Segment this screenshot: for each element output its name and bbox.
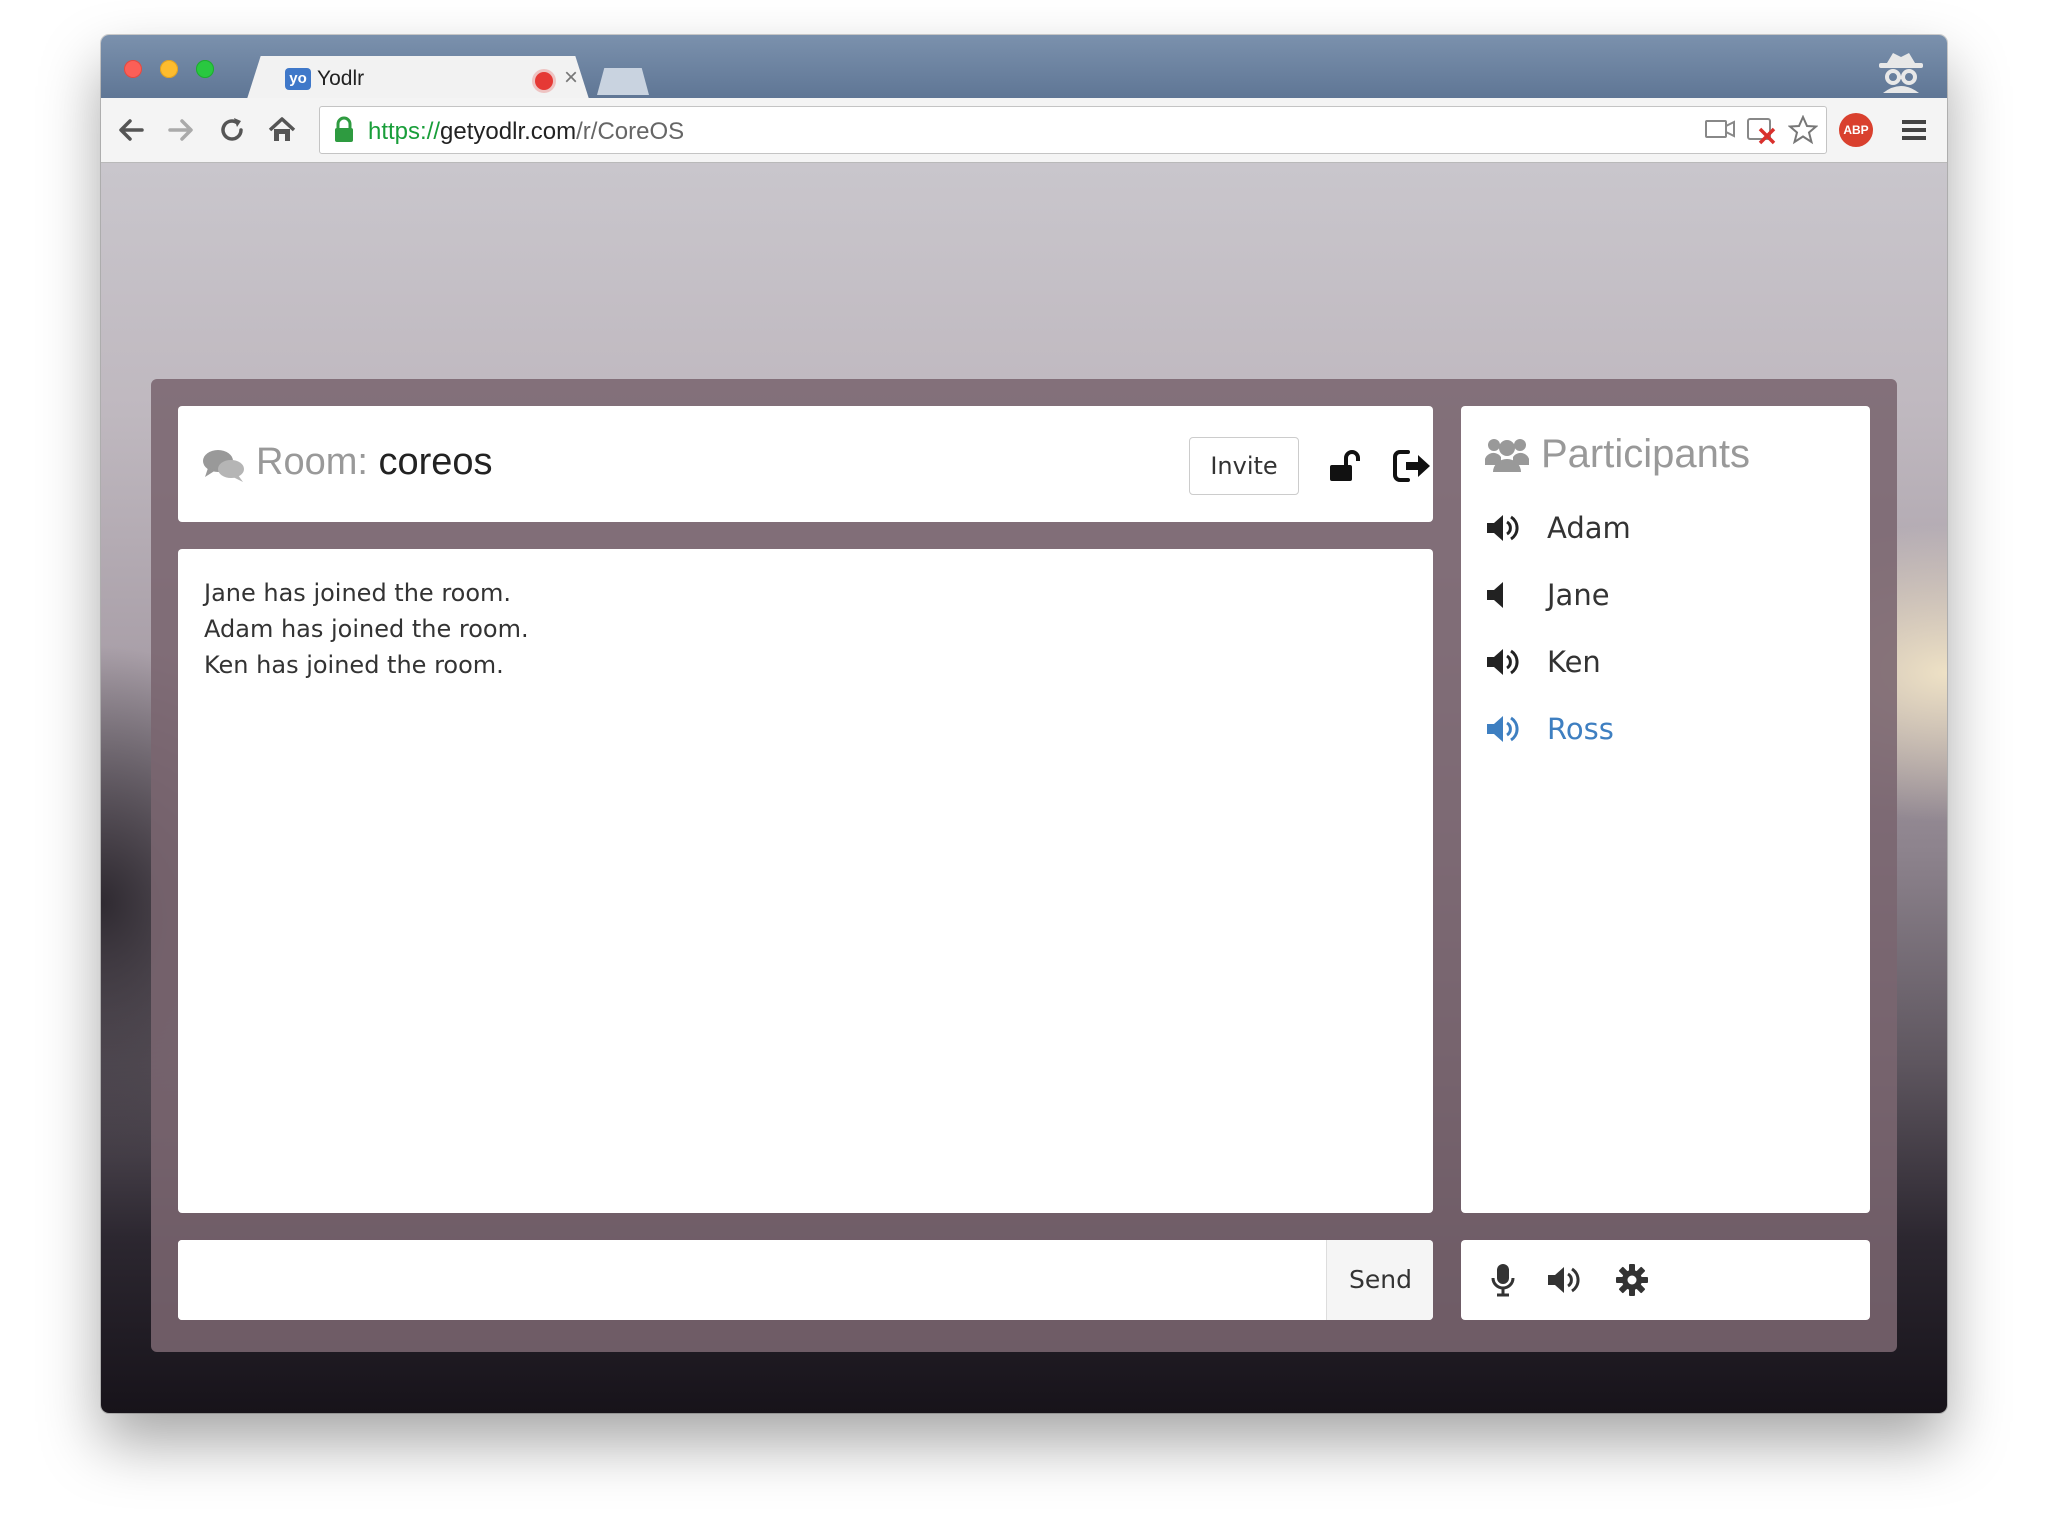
url-scheme: https:// [368, 118, 441, 145]
arrow-right-icon [168, 119, 193, 141]
participant-row[interactable]: Ken [1485, 642, 1845, 682]
window-minimize-button[interactable] [160, 60, 178, 78]
participant-row[interactable]: Adam [1485, 508, 1845, 548]
participant-name: Adam [1547, 511, 1631, 545]
audio-controls [1461, 1240, 1870, 1320]
volume-up-icon [1487, 649, 1519, 675]
participants-panel: Participants Adam Jane Ken Ross [1461, 406, 1870, 1213]
participant-row[interactable]: Jane [1485, 575, 1845, 615]
invite-button[interactable]: Invite [1189, 437, 1299, 495]
chat-bubbles-icon [203, 450, 244, 482]
adblock-extension-button[interactable]: ABP [1839, 113, 1873, 147]
chat-message: Jane has joined the room. [204, 579, 512, 607]
room-name: coreos [378, 441, 493, 483]
title-bar: yo Yodlr × [101, 35, 1947, 99]
participant-name: Ross [1547, 712, 1614, 746]
volume-up-icon [1487, 716, 1519, 742]
chat-log[interactable]: Jane has joined the room. Adam has joine… [178, 549, 1433, 1213]
message-input[interactable] [178, 1240, 1325, 1320]
tab-close-button[interactable]: × [564, 64, 578, 92]
incognito-icon [1873, 49, 1929, 98]
home-button[interactable] [262, 110, 302, 150]
unlock-room-button[interactable] [1324, 446, 1364, 486]
send-button[interactable]: Send [1326, 1240, 1433, 1320]
browser-menu-button[interactable] [1901, 118, 1927, 147]
blocked-popup-icon[interactable] [1746, 115, 1778, 145]
reload-icon [221, 118, 243, 141]
unlock-icon [1330, 450, 1360, 481]
url-host: getyodlr.com [440, 118, 577, 145]
room-title: Room: coreos [256, 441, 493, 484]
lock-icon [335, 116, 353, 142]
browser-tab[interactable]: yo Yodlr × [247, 56, 589, 99]
arrow-left-icon [119, 119, 144, 141]
back-button[interactable] [111, 110, 151, 150]
home-icon [268, 117, 296, 141]
chat-message: Adam has joined the room. [204, 615, 529, 643]
microphone-button[interactable] [1483, 1260, 1523, 1300]
bookmark-star-icon[interactable] [1788, 115, 1818, 145]
sign-out-icon [1393, 450, 1430, 482]
room-label: Room: [256, 441, 368, 483]
address-bar[interactable]: https://getyodlr.com/r/CoreOS [319, 106, 1827, 154]
chat-message: Ken has joined the room. [204, 651, 504, 679]
new-tab-button[interactable] [597, 68, 649, 95]
window-close-button[interactable] [124, 60, 142, 78]
participant-row-self[interactable]: Ross [1485, 709, 1845, 749]
url-text: https://getyodlr.com/r/CoreOS [368, 118, 684, 146]
page-viewport: Room: coreos Invite Jane has joined the … [101, 163, 1947, 1413]
microphone-icon [1491, 1264, 1515, 1297]
volume-up-icon [1548, 1267, 1580, 1293]
speaker-button[interactable] [1543, 1260, 1587, 1300]
participant-name: Ken [1547, 645, 1601, 679]
browser-window: yo Yodlr × https://getyodlr.com/r/CoreOS… [101, 35, 1947, 1413]
volume-up-icon [1487, 515, 1519, 541]
address-bar-icons [1704, 115, 1818, 145]
yodlr-favicon-icon: yo [285, 68, 311, 90]
room-header: Room: coreos Invite [178, 406, 1433, 522]
yodlr-app: Room: coreos Invite Jane has joined the … [151, 379, 1897, 1352]
tab-title: Yodlr [317, 67, 365, 90]
hamburger-menu-icon [1902, 120, 1926, 140]
window-maximize-button[interactable] [196, 60, 214, 78]
participant-name: Jane [1547, 578, 1610, 612]
browser-toolbar: https://getyodlr.com/r/CoreOS ABP [101, 98, 1947, 163]
participants-title: Participants [1541, 432, 1750, 476]
recording-indicator-icon [535, 72, 553, 90]
leave-room-button[interactable] [1390, 444, 1434, 488]
settings-button[interactable] [1611, 1259, 1653, 1301]
message-input-bar: Send [178, 1240, 1433, 1320]
url-path: /r/CoreOS [576, 118, 685, 145]
users-group-icon [1485, 439, 1529, 472]
camera-icon[interactable] [1704, 115, 1736, 143]
reload-button[interactable] [212, 110, 252, 150]
volume-off-icon [1487, 582, 1503, 608]
gear-icon [1616, 1264, 1648, 1296]
forward-button[interactable] [161, 110, 201, 150]
